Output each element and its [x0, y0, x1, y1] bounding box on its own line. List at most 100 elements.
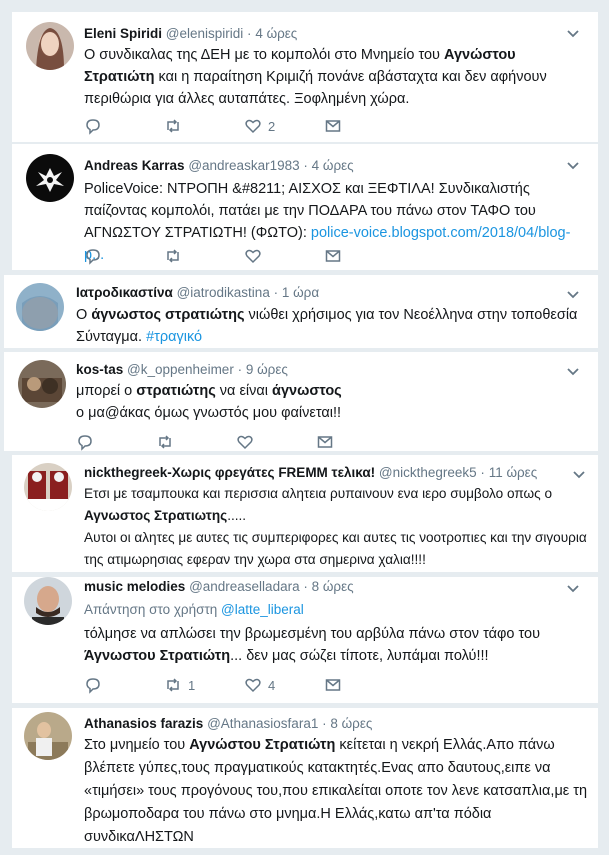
timestamp[interactable]: 8 ώρες: [312, 579, 354, 594]
retweet-icon: [167, 249, 179, 263]
tweet-header: music melodies @andreaselladara · 8 ώρες: [84, 579, 562, 594]
display-name[interactable]: nickthegreek-Χωρις φρεγάτες FREMM τελικα…: [84, 465, 375, 480]
text-part: Ετσι με τσαμπουκα και περισσια αλητεια ρ…: [84, 486, 553, 501]
timestamp[interactable]: 11 ώρες: [489, 465, 538, 480]
user-handle[interactable]: @nickthegreek5: [379, 465, 477, 480]
timestamp[interactable]: 1 ώρα: [282, 285, 319, 300]
text-part: Ο: [76, 307, 92, 323]
display-name[interactable]: Athanasios farazis: [84, 716, 203, 731]
tweet-text: Στο μνημείο του Αγνώστου Στρατιώτη κείτε…: [84, 734, 592, 849]
separator: ·: [480, 465, 485, 480]
text-part: τόλμησε να απλώσει την βρωμεσμένη του αρ…: [84, 626, 540, 642]
avatar[interactable]: [24, 463, 72, 511]
like-count: 4: [268, 677, 276, 693]
text-line: Αυτοι οι αλητες με αυτες τις συμπεριφορε…: [84, 530, 587, 567]
tweet-header: nickthegreek-Χωρις φρεγάτες FREMM τελικα…: [84, 465, 568, 480]
avatar[interactable]: [26, 22, 74, 70]
display-name[interactable]: Andreas Karras: [84, 158, 185, 173]
tweet-actions: 1 4: [84, 675, 404, 695]
highlight: άγνωστος: [272, 383, 342, 399]
text-part: κείτεται η νεκρή Ελλάς.Απο πάνω βλέπετε …: [84, 737, 588, 845]
message-button[interactable]: [316, 433, 396, 451]
reply-button[interactable]: [84, 247, 164, 265]
chevron-down-icon[interactable]: [566, 364, 580, 378]
reply-button[interactable]: [84, 676, 164, 694]
user-handle[interactable]: @Athanasiosfara1: [207, 716, 318, 731]
tweet[interactable]: nickthegreek-Χωρις φρεγάτες FREMM τελικα…: [12, 455, 598, 573]
display-name[interactable]: kos-tas: [76, 362, 123, 377]
message-icon: [325, 250, 341, 262]
message-icon: [325, 120, 341, 132]
retweet-button[interactable]: [164, 117, 244, 135]
tweet-header: kos-tas @k_oppenheimer · 9 ώρες: [76, 362, 562, 377]
display-name[interactable]: music melodies: [84, 579, 185, 594]
timestamp[interactable]: 4 ώρες: [255, 26, 297, 41]
like-button[interactable]: 2: [244, 117, 324, 135]
tweet-actions: [76, 432, 396, 452]
timestamp[interactable]: 9 ώρες: [246, 362, 288, 377]
tweet[interactable]: Ιατροδικαστίνα @iatrodikastina · 1 ώρα Ο…: [4, 275, 598, 349]
highlight: Αγνώστου Στρατιώτη: [189, 737, 336, 753]
timestamp[interactable]: 8 ώρες: [330, 716, 372, 731]
highlight: Αγνωστος Στρατιωτης: [84, 508, 228, 523]
separator: ·: [247, 26, 252, 41]
like-button[interactable]: 4: [244, 676, 324, 694]
chevron-down-icon[interactable]: [566, 287, 580, 301]
avatar[interactable]: [26, 154, 74, 202]
tweet[interactable]: Andreas Karras @andreaskar1983 · 4 ώρες …: [12, 144, 598, 271]
retweet-icon: [159, 435, 171, 449]
message-icon: [317, 436, 333, 448]
timestamp[interactable]: 4 ώρες: [312, 158, 354, 173]
reply-icon: [86, 249, 100, 265]
message-button[interactable]: [324, 117, 404, 135]
message-button[interactable]: [324, 676, 404, 694]
avatar[interactable]: [18, 360, 66, 408]
like-icon: [245, 249, 261, 264]
tweet[interactable]: Athanasios farazis @Athanasiosfara1 · 8 …: [12, 708, 598, 849]
text-part: μπορεί ο: [76, 383, 137, 399]
reply-button[interactable]: [84, 117, 164, 135]
chevron-down-icon[interactable]: [566, 581, 580, 595]
retweet-button[interactable]: 1: [164, 676, 244, 694]
reply-handle-link[interactable]: @latte_liberal: [221, 602, 304, 617]
hashtag-link[interactable]: #τραγικό: [146, 329, 202, 345]
chevron-down-icon[interactable]: [566, 158, 580, 172]
tweet-actions: [84, 246, 404, 266]
tweet[interactable]: Eleni Spiridi @elenispiridi · 4 ώρες Ο σ…: [12, 12, 598, 143]
like-button[interactable]: [244, 247, 324, 265]
like-button[interactable]: [236, 433, 316, 451]
tweet-header: Athanasios farazis @Athanasiosfara1 · 8 …: [84, 716, 562, 731]
avatar[interactable]: [16, 283, 64, 331]
user-handle[interactable]: @k_oppenheimer: [127, 362, 234, 377]
reply-icon: [86, 119, 100, 135]
reply-button[interactable]: [76, 433, 156, 451]
tweet[interactable]: music melodies @andreaselladara · 8 ώρες…: [12, 577, 598, 704]
user-handle[interactable]: @andreaselladara: [189, 579, 300, 594]
message-icon: [325, 679, 341, 691]
chevron-down-icon[interactable]: [566, 26, 580, 40]
user-handle[interactable]: @andreaskar1983: [188, 158, 299, 173]
user-handle[interactable]: @iatrodikastina: [177, 285, 270, 300]
tweet-header: Eleni Spiridi @elenispiridi · 4 ώρες: [84, 26, 562, 41]
avatar[interactable]: [24, 577, 72, 625]
separator: ·: [273, 285, 279, 300]
display-name[interactable]: Eleni Spiridi: [84, 26, 162, 41]
user-handle[interactable]: @elenispiridi: [166, 26, 244, 41]
separator: ·: [322, 716, 327, 731]
highlight: άγνωστος στρατιώτης: [91, 307, 245, 323]
tweet-header: Andreas Karras @andreaskar1983 · 4 ώρες: [84, 158, 562, 173]
text-part: Στο μνημείο του: [84, 737, 190, 753]
avatar[interactable]: [24, 712, 72, 760]
display-name[interactable]: Ιατροδικαστίνα: [76, 285, 173, 300]
tweet[interactable]: kos-tas @k_oppenheimer · 9 ώρες μπορεί ο…: [4, 352, 598, 452]
like-icon: [245, 678, 261, 693]
text-part: ... δεν μας σώζει τίποτε, λυπάμαι πολύ!!…: [230, 648, 489, 664]
retweet-button[interactable]: [164, 247, 244, 265]
tweet-header: Ιατροδικαστίνα @iatrodikastina · 1 ώρα: [76, 285, 562, 300]
chevron-down-icon[interactable]: [572, 467, 586, 481]
message-button[interactable]: [324, 247, 404, 265]
retweet-button[interactable]: [156, 433, 236, 451]
like-count: 2: [268, 118, 276, 134]
retweet-icon: [167, 119, 179, 133]
reply-label: Απάντηση στο χρήστη: [84, 602, 222, 617]
